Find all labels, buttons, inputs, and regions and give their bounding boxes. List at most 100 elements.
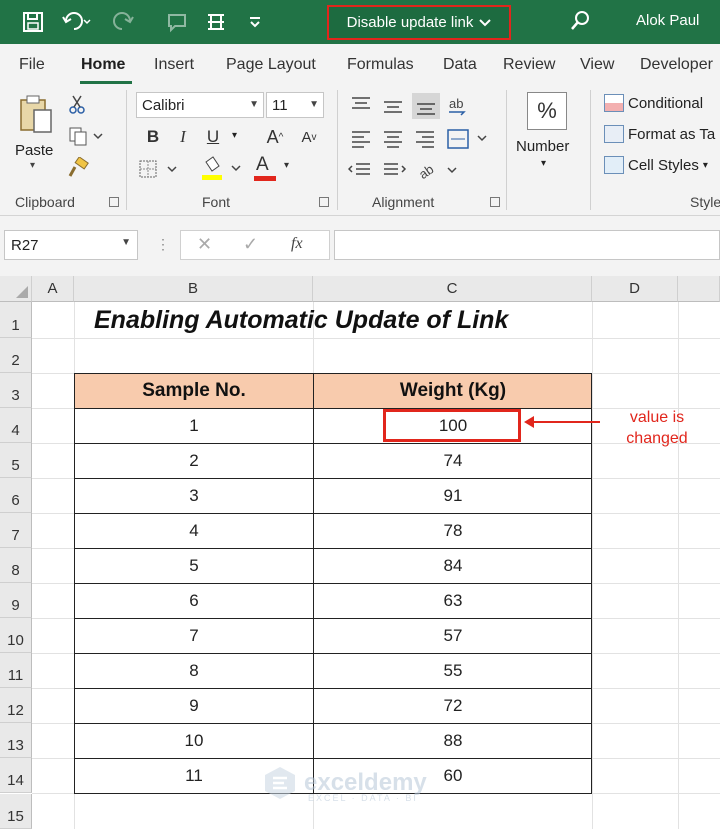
tab-formulas[interactable]: Formulas <box>347 56 414 74</box>
name-box-value: R27 <box>11 236 39 254</box>
font-color-icon[interactable]: A ▾ <box>252 154 296 182</box>
weight-cell[interactable]: 88 <box>313 723 592 758</box>
group-divider <box>590 90 591 210</box>
tab-developer[interactable]: Developer <box>640 56 713 74</box>
changed-value-highlight <box>383 409 521 442</box>
header-weight[interactable]: Weight (Kg) <box>313 373 592 408</box>
sample-no-cell[interactable]: 1 <box>74 408 313 443</box>
row-header[interactable]: 15 <box>0 794 32 829</box>
comment-icon[interactable] <box>166 8 188 36</box>
paste-icon[interactable] <box>16 94 56 134</box>
row-header[interactable]: 1 <box>0 302 32 338</box>
row-header[interactable]: 5 <box>0 443 32 478</box>
row-header[interactable]: 9 <box>0 583 32 618</box>
clipboard-launcher-icon[interactable] <box>109 197 119 207</box>
sample-no-cell[interactable]: 6 <box>74 583 313 618</box>
save-icon[interactable] <box>22 8 44 36</box>
tab-page-layout[interactable]: Page Layout <box>226 56 316 74</box>
filter-icon[interactable] <box>205 8 227 36</box>
row-header[interactable]: 11 <box>0 653 32 688</box>
alignment-launcher-icon[interactable] <box>490 197 500 207</box>
row-header[interactable]: 6 <box>0 478 32 513</box>
header-sample-no[interactable]: Sample No. <box>74 373 313 408</box>
sample-no-cell[interactable]: 9 <box>74 688 313 723</box>
row-header[interactable]: 13 <box>0 723 32 758</box>
column-header-e[interactable] <box>678 276 720 302</box>
sample-no-cell[interactable]: 8 <box>74 653 313 688</box>
column-header-d[interactable]: D <box>592 276 678 302</box>
cell-styles-button[interactable]: Cell Styles ▾ <box>604 156 708 174</box>
weight-cell[interactable]: 57 <box>313 618 592 653</box>
tab-data[interactable]: Data <box>443 56 477 74</box>
format-as-table-button[interactable]: Format as Ta <box>604 125 715 143</box>
font-name-select[interactable]: Calibri ▼ <box>136 92 264 118</box>
column-header-b[interactable]: B <box>74 276 313 302</box>
weight-cell[interactable]: 78 <box>313 513 592 548</box>
indent-orientation-icons[interactable]: ab <box>348 156 468 184</box>
insert-function-button[interactable]: fx <box>291 235 303 253</box>
weight-cell[interactable]: 63 <box>313 583 592 618</box>
grow-font-button[interactable]: A ^ <box>262 126 288 148</box>
sample-no-cell[interactable]: 5 <box>74 548 313 583</box>
tab-review[interactable]: Review <box>503 56 555 74</box>
update-link-toggle[interactable]: Disable update link <box>327 5 511 40</box>
borders-icon[interactable] <box>138 158 178 180</box>
name-box[interactable]: R27 ▼ <box>4 230 138 260</box>
sample-no-cell[interactable]: 10 <box>74 723 313 758</box>
font-size-select[interactable]: 11 ▼ <box>266 92 324 118</box>
column-header-c[interactable]: C <box>313 276 592 302</box>
weight-cell[interactable]: 91 <box>313 478 592 513</box>
weight-cell[interactable]: 72 <box>313 688 592 723</box>
chevron-down-icon[interactable]: ▾ <box>541 158 546 169</box>
horizontal-align-icons[interactable] <box>348 124 498 152</box>
row-header[interactable]: 7 <box>0 513 32 548</box>
select-all-corner[interactable] <box>0 276 32 302</box>
tab-insert[interactable]: Insert <box>154 56 194 74</box>
font-launcher-icon[interactable] <box>319 197 329 207</box>
row-header[interactable]: 2 <box>0 338 32 373</box>
sample-no-cell[interactable]: 7 <box>74 618 313 653</box>
paste-dropdown-icon[interactable]: ▾ <box>30 160 35 171</box>
row-header[interactable]: 3 <box>0 373 32 408</box>
copy-icon[interactable] <box>66 125 106 147</box>
underline-button[interactable]: U <box>204 126 222 148</box>
row-header[interactable]: 12 <box>0 688 32 723</box>
cancel-icon[interactable]: ✕ <box>197 234 212 255</box>
sheet-title[interactable]: Enabling Automatic Update of Link <box>94 306 508 335</box>
cut-icon[interactable] <box>66 94 88 116</box>
percent-icon[interactable]: % <box>527 92 567 130</box>
sample-no-cell[interactable]: 3 <box>74 478 313 513</box>
row-header[interactable]: 10 <box>0 618 32 653</box>
weight-cell[interactable]: 74 <box>313 443 592 478</box>
format-painter-icon[interactable] <box>66 156 90 180</box>
column-header-a[interactable]: A <box>32 276 74 302</box>
bold-button[interactable]: B <box>144 126 162 148</box>
formula-input[interactable] <box>334 230 720 260</box>
italic-button[interactable]: I <box>174 126 192 148</box>
fill-color-icon[interactable] <box>200 156 244 182</box>
enter-icon[interactable]: ✓ <box>243 234 258 255</box>
vertical-align-icons[interactable]: ab <box>348 92 468 120</box>
shrink-font-button[interactable]: Av <box>296 126 322 148</box>
redo-icon[interactable] <box>112 8 142 36</box>
number-format-button[interactable]: Number <box>516 138 569 155</box>
weight-cell[interactable]: 84 <box>313 548 592 583</box>
row-header[interactable]: 4 <box>0 408 32 443</box>
paste-button[interactable]: Paste <box>15 142 53 159</box>
font-size-value: 11 <box>272 96 288 114</box>
sample-no-cell[interactable]: 2 <box>74 443 313 478</box>
sample-no-cell[interactable]: 4 <box>74 513 313 548</box>
update-link-label: Disable update link <box>346 14 474 31</box>
search-icon[interactable] <box>568 9 592 33</box>
user-name[interactable]: Alok Paul <box>636 12 699 29</box>
tab-view[interactable]: View <box>580 56 614 74</box>
customize-toolbar-icon[interactable] <box>248 8 262 36</box>
tab-home[interactable]: Home <box>81 56 125 74</box>
tab-file[interactable]: File <box>19 56 45 74</box>
underline-dropdown-icon[interactable]: ▾ <box>232 130 237 141</box>
conditional-formatting-button[interactable]: Conditional <box>604 94 703 112</box>
undo-icon[interactable] <box>62 8 92 36</box>
weight-cell[interactable]: 55 <box>313 653 592 688</box>
row-header[interactable]: 8 <box>0 548 32 583</box>
row-header[interactable]: 14 <box>0 758 32 793</box>
